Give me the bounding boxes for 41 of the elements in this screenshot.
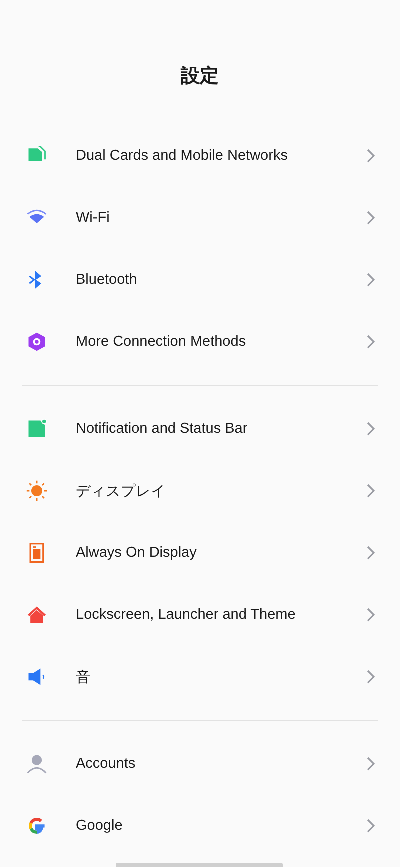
settings-item[interactable]: Bluetooth (0, 249, 400, 311)
house-icon (26, 604, 48, 626)
settings-item[interactable]: More Connection Methods (0, 311, 400, 373)
item-label: 音 (76, 668, 92, 686)
chevron-right-icon (366, 210, 376, 226)
item-label: Wi-Fi (76, 210, 111, 226)
person-icon (26, 753, 48, 775)
item-label: More Connection Methods (76, 334, 248, 350)
settings-item[interactable]: Google (0, 795, 400, 857)
notification-icon (26, 418, 48, 440)
settings-item[interactable]: Notification and Status Bar (0, 398, 400, 460)
settings-item[interactable]: ディスプレイ (0, 460, 400, 522)
item-label: Bluetooth (76, 272, 138, 288)
chevron-right-icon (366, 272, 376, 288)
settings-item[interactable]: Always On Display (0, 522, 400, 584)
chevron-right-icon (366, 148, 376, 164)
chevron-right-icon (366, 483, 376, 499)
g-logo-icon (26, 815, 48, 837)
item-label: Accounts (76, 756, 137, 772)
item-label: Notification and Status Bar (76, 421, 249, 437)
settings-item[interactable]: Accounts (0, 733, 400, 795)
chevron-right-icon (366, 669, 376, 685)
settings-item[interactable]: Wi-Fi (0, 187, 400, 249)
chevron-right-icon (366, 607, 376, 623)
hexagon-icon (26, 331, 48, 353)
item-label: ディスプレイ (76, 482, 167, 500)
item-label: Dual Cards and Mobile Networks (76, 148, 289, 164)
home-indicator[interactable] (116, 863, 283, 867)
chevron-right-icon (366, 421, 376, 437)
chevron-right-icon (366, 334, 376, 350)
settings-item[interactable]: Lockscreen, Launcher and Theme (0, 584, 400, 646)
chevron-right-icon (366, 818, 376, 834)
sun-icon (26, 480, 48, 502)
chevron-right-icon (366, 545, 376, 561)
settings-item[interactable]: 音 (0, 646, 400, 708)
item-label: Lockscreen, Launcher and Theme (76, 607, 297, 623)
item-label: Google (76, 818, 124, 834)
page-title: 設定 (181, 64, 219, 88)
item-label: Always On Display (76, 545, 198, 561)
settings-item[interactable]: Dual Cards and Mobile Networks (0, 125, 400, 187)
chevron-right-icon (366, 756, 376, 772)
